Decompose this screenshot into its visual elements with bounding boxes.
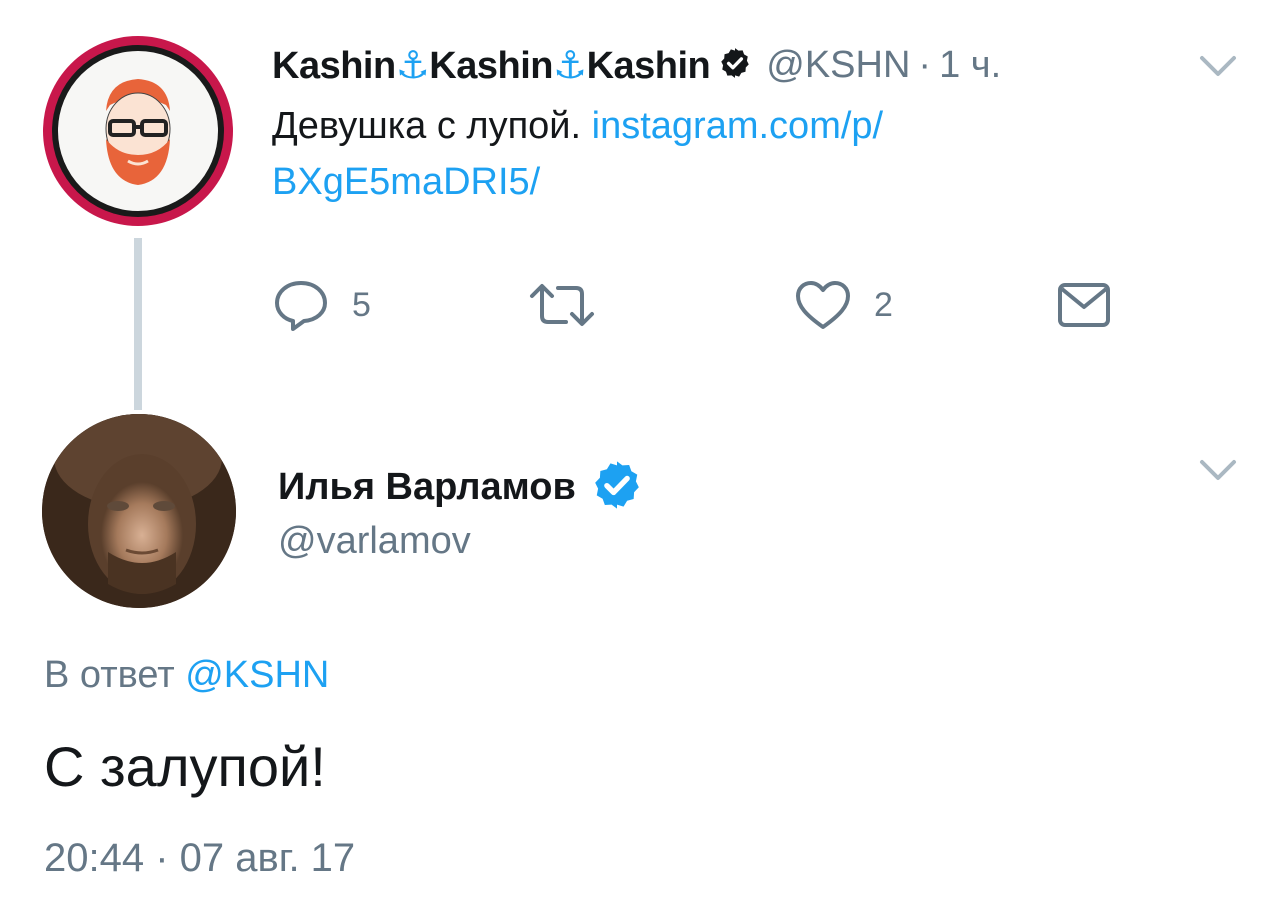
reply-button[interactable]: 5 bbox=[272, 270, 371, 340]
thread-connector-line bbox=[134, 238, 142, 410]
chevron-down-icon[interactable] bbox=[1198, 52, 1238, 80]
reply-author-name: Илья Варламов bbox=[278, 466, 576, 508]
varlamov-photo bbox=[42, 414, 236, 608]
verified-badge-icon bbox=[590, 458, 644, 517]
reply-author-handle[interactable]: @varlamov bbox=[278, 520, 471, 563]
direct-message-button[interactable] bbox=[1056, 270, 1112, 340]
reply-tweet-text: С залупой! bbox=[44, 735, 326, 798]
avatar-varlamov[interactable] bbox=[42, 414, 236, 608]
parent-author-handle[interactable]: @KSHN bbox=[766, 44, 910, 87]
reply-author-name-row[interactable]: Илья Варламов bbox=[278, 458, 644, 517]
kashin-caricature-image bbox=[105, 79, 171, 185]
parent-tweet-time[interactable]: 1 ч. bbox=[939, 44, 1001, 87]
reply-tweet-timestamp: 20:44 · 07 авг. 17 bbox=[44, 836, 356, 880]
retweet-icon bbox=[530, 284, 594, 326]
parent-tweet-header: Kashin⚓Kashin⚓Kashin @KSHN · 1 ч. bbox=[272, 40, 1001, 90]
verified-badge-icon bbox=[718, 46, 752, 85]
parent-tweet-text: Девушка с лупой. instagram.com/p/BXgE5ma… bbox=[272, 105, 884, 203]
heart-icon bbox=[796, 281, 850, 329]
like-button[interactable]: 2 bbox=[794, 270, 893, 340]
anchor-icon: ⚓ bbox=[395, 44, 430, 87]
reply-to-mention-link[interactable]: @KSHN bbox=[185, 654, 329, 696]
reply-icon bbox=[275, 281, 327, 331]
avatar-kashin[interactable] bbox=[43, 36, 233, 226]
retweet-button[interactable] bbox=[526, 270, 598, 340]
header-separator: · bbox=[918, 43, 932, 86]
tweet-actions: 5 2 bbox=[272, 270, 1152, 340]
parent-author-name[interactable]: Kashin⚓Kashin⚓Kashin bbox=[272, 43, 711, 88]
like-count: 2 bbox=[874, 285, 893, 324]
envelope-icon bbox=[1058, 283, 1110, 327]
anchor-icon: ⚓ bbox=[552, 44, 587, 87]
reply-count: 5 bbox=[352, 285, 371, 324]
tweet-thread: Kashin⚓Kashin⚓Kashin @KSHN · 1 ч. Девушк… bbox=[0, 0, 1280, 918]
chevron-down-icon[interactable] bbox=[1198, 456, 1238, 484]
replying-to: В ответ @KSHN bbox=[44, 654, 330, 696]
